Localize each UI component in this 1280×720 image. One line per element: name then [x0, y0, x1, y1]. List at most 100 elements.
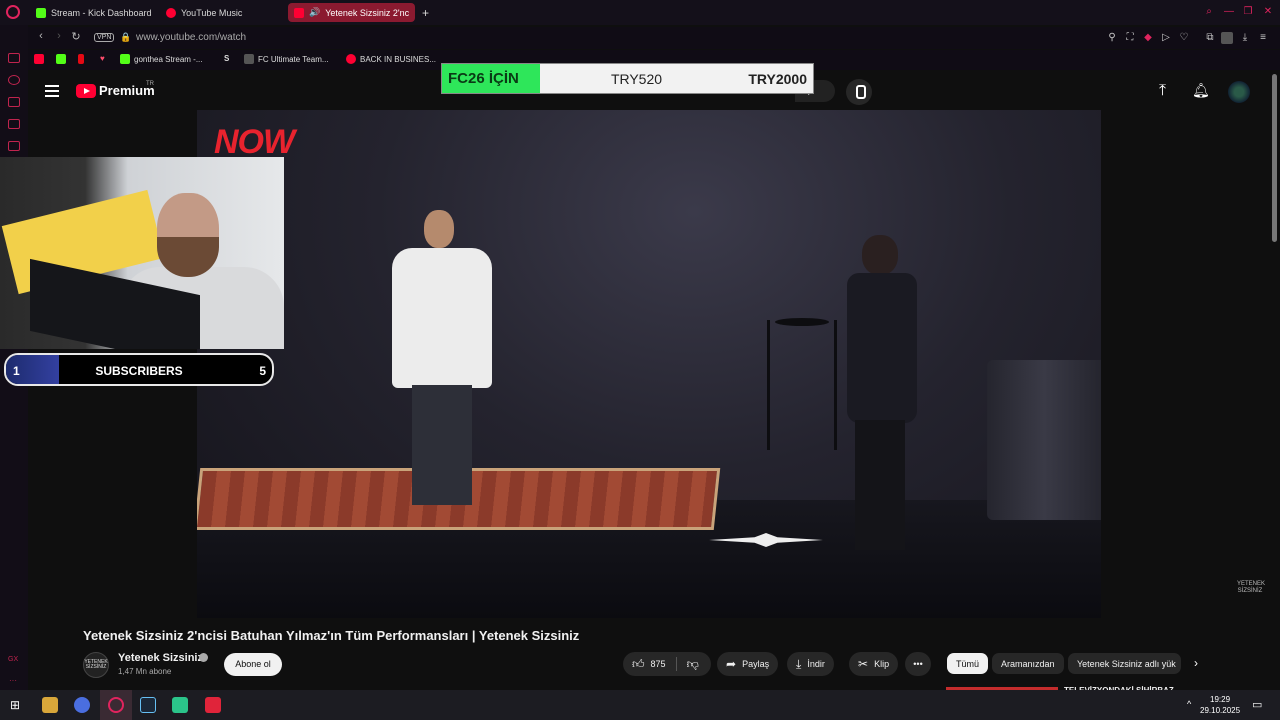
youtube-logo-icon[interactable] — [76, 84, 96, 98]
chip-channel[interactable]: Yetenek Sizsiniz adlı yük — [1068, 653, 1181, 674]
wallet-icon[interactable] — [8, 97, 20, 107]
page-scrollbar[interactable] — [1272, 74, 1277, 242]
upload-icon[interactable]: ⤒ — [1159, 82, 1166, 100]
kick-bookmark-icon[interactable] — [56, 54, 66, 64]
bookmark-gonthea[interactable]: gonthea Stream -... — [120, 54, 202, 64]
price-overlay-mid: TRY520 — [610, 70, 663, 87]
chevron-right-icon[interactable]: › — [1194, 656, 1198, 670]
windows-taskbar: ⊞ ^ ▭ — [0, 690, 1280, 720]
heart-icon[interactable]: ♡ — [1178, 32, 1190, 44]
price-overlay-label: FC26 İÇİN — [442, 64, 540, 93]
profile-icon[interactable] — [1221, 32, 1233, 44]
opera-gx-icon[interactable] — [108, 697, 124, 713]
back-icon[interactable]: ‹ — [34, 30, 48, 42]
forward-icon[interactable]: › — [52, 30, 66, 42]
steam-icon[interactable] — [140, 697, 156, 713]
kick-icon — [120, 54, 130, 64]
bookmark-fc-ultimate[interactable]: FC Ultimate Team... — [244, 54, 329, 64]
tab-yetenek-sizsiniz[interactable]: 🔊 Yetenek Sizsiniz 2'nci — [288, 3, 415, 22]
messenger-icon[interactable] — [8, 53, 20, 63]
pocket-icon[interactable]: ◆ — [1142, 32, 1154, 44]
divider — [675, 657, 677, 671]
chip-all[interactable]: Tümü — [947, 653, 989, 674]
more-icon[interactable]: ··· — [9, 676, 17, 685]
tab-youtube-music[interactable]: YouTube Music — [160, 3, 248, 22]
like-dislike-group: 👍︎ 875 👎︎ — [623, 652, 711, 676]
url-field[interactable]: www.youtube.com/watch — [136, 32, 246, 43]
speaker-icon: 🔊 — [309, 7, 321, 17]
file-explorer-icon[interactable] — [42, 697, 58, 713]
extensions-icon[interactable]: ⧉ — [1204, 32, 1216, 44]
like-icon[interactable]: 👍︎ — [632, 657, 645, 672]
share-button[interactable]: ➦ Paylaş — [717, 652, 779, 676]
download-button[interactable]: ⤓ İndir — [787, 652, 834, 676]
netflix-bookmark-icon[interactable] — [78, 54, 84, 64]
performer-white-shirt — [372, 210, 512, 510]
tray-chevron-icon[interactable]: ^ — [1187, 699, 1191, 709]
bookmark-back-in-business[interactable]: BACK IN BUSINES... — [346, 54, 436, 64]
clip-button[interactable]: ✂ Klip — [849, 652, 899, 676]
windows-start-icon[interactable]: ⊞ — [10, 698, 20, 712]
address-bar: ‹ › ↻ VPN 🔒 www.youtube.com/watch ⚲ ⛶ ◆ … — [28, 27, 1280, 49]
video-player[interactable]: NOW — [197, 110, 1101, 618]
goal-label: SUBSCRIBERS — [95, 364, 183, 378]
screenshot-icon[interactable]: ⛶ — [1124, 32, 1136, 44]
tab-label: Stream - Kick Dashboard — [51, 7, 152, 18]
history-icon[interactable] — [8, 75, 20, 85]
minimize-icon[interactable]: — — [1223, 6, 1235, 18]
more-actions-button[interactable]: ••• — [905, 652, 931, 676]
opera-logo-icon[interactable] — [6, 5, 20, 19]
search-tabs-icon[interactable]: ⌕ — [1203, 6, 1215, 18]
draped-table — [987, 360, 1101, 520]
like-count[interactable]: 875 — [651, 659, 666, 669]
app-red-icon[interactable] — [205, 697, 221, 713]
tab-kick-dashboard[interactable]: Stream - Kick Dashboard — [30, 3, 158, 22]
browser-tab-bar: Stream - Kick Dashboard YouTube Music 🔊 … — [0, 0, 1280, 25]
vpn-badge[interactable]: VPN — [94, 33, 115, 42]
channel-name[interactable]: Yetenek Sizsiniz — [118, 652, 203, 664]
s-bookmark-icon[interactable]: S — [224, 54, 229, 63]
chip-from-search[interactable]: Aramanızdan — [992, 653, 1064, 674]
pin-icon[interactable]: ⚲ — [1106, 32, 1118, 44]
gx-icon[interactable]: GX — [8, 656, 18, 663]
download-icon[interactable]: ⤓ — [1239, 32, 1251, 44]
channel-avatar[interactable]: YETENEK SİZSİNİZ — [83, 652, 109, 678]
share-label: Paylaş — [742, 659, 770, 669]
youtube-icon — [294, 7, 304, 18]
hamburger-menu-icon[interactable] — [45, 85, 59, 97]
voice-search-icon[interactable] — [846, 79, 872, 105]
bookmark-label: FC Ultimate Team... — [258, 54, 329, 64]
subscribe-button[interactable]: Abone ol — [224, 653, 282, 676]
new-tab-button[interactable]: + — [416, 3, 435, 22]
video-watermark: YETENEK SİZSİNİZ — [1237, 581, 1266, 594]
clock-time: 19:29 — [1210, 695, 1231, 704]
video-title: Yetenek Sizsiniz 2'ncisi Batuhan Yılmaz'… — [83, 628, 580, 643]
bar-stool — [767, 320, 837, 450]
scissors-icon: ✂ — [858, 657, 869, 671]
dislike-icon[interactable]: 👎︎ — [687, 657, 699, 672]
lock-icon: 🔒 — [120, 32, 132, 42]
download-label: İndir — [807, 659, 825, 669]
price-overlay-end: TRY2000 — [748, 70, 807, 87]
notification-center-icon[interactable]: ▭ — [1252, 698, 1262, 711]
menu-icon[interactable]: ≡ — [1257, 32, 1269, 44]
chrome-icon[interactable] — [74, 697, 90, 713]
goal-end: 5 — [259, 364, 266, 378]
ea-icon — [244, 54, 254, 64]
notifications-bell-icon[interactable]: 🔔︎ — [1192, 82, 1210, 99]
close-icon[interactable]: ✕ — [1262, 6, 1274, 18]
reload-icon[interactable]: ↻ — [69, 30, 83, 43]
subscribers-goal-widget: 1 SUBSCRIBERS 5 — [4, 353, 274, 386]
bookmark-label: gonthea Stream -... — [134, 54, 203, 64]
play-icon[interactable]: ▷ — [1160, 32, 1172, 44]
taskbar-clock[interactable]: 19:29 29.10.2025 — [1200, 694, 1240, 716]
maximize-icon[interactable]: ❐ — [1242, 6, 1254, 18]
bar-stool-seat — [775, 318, 829, 326]
youtube-bookmark-icon[interactable] — [34, 54, 44, 64]
app-green-icon[interactable] — [172, 697, 188, 713]
extensions-panel-icon[interactable] — [8, 141, 20, 151]
heart-bookmark-icon[interactable]: ♥ — [100, 54, 105, 63]
chat-icon[interactable] — [8, 119, 20, 129]
account-avatar[interactable] — [1228, 81, 1250, 103]
clock-date: 29.10.2025 — [1200, 706, 1241, 715]
